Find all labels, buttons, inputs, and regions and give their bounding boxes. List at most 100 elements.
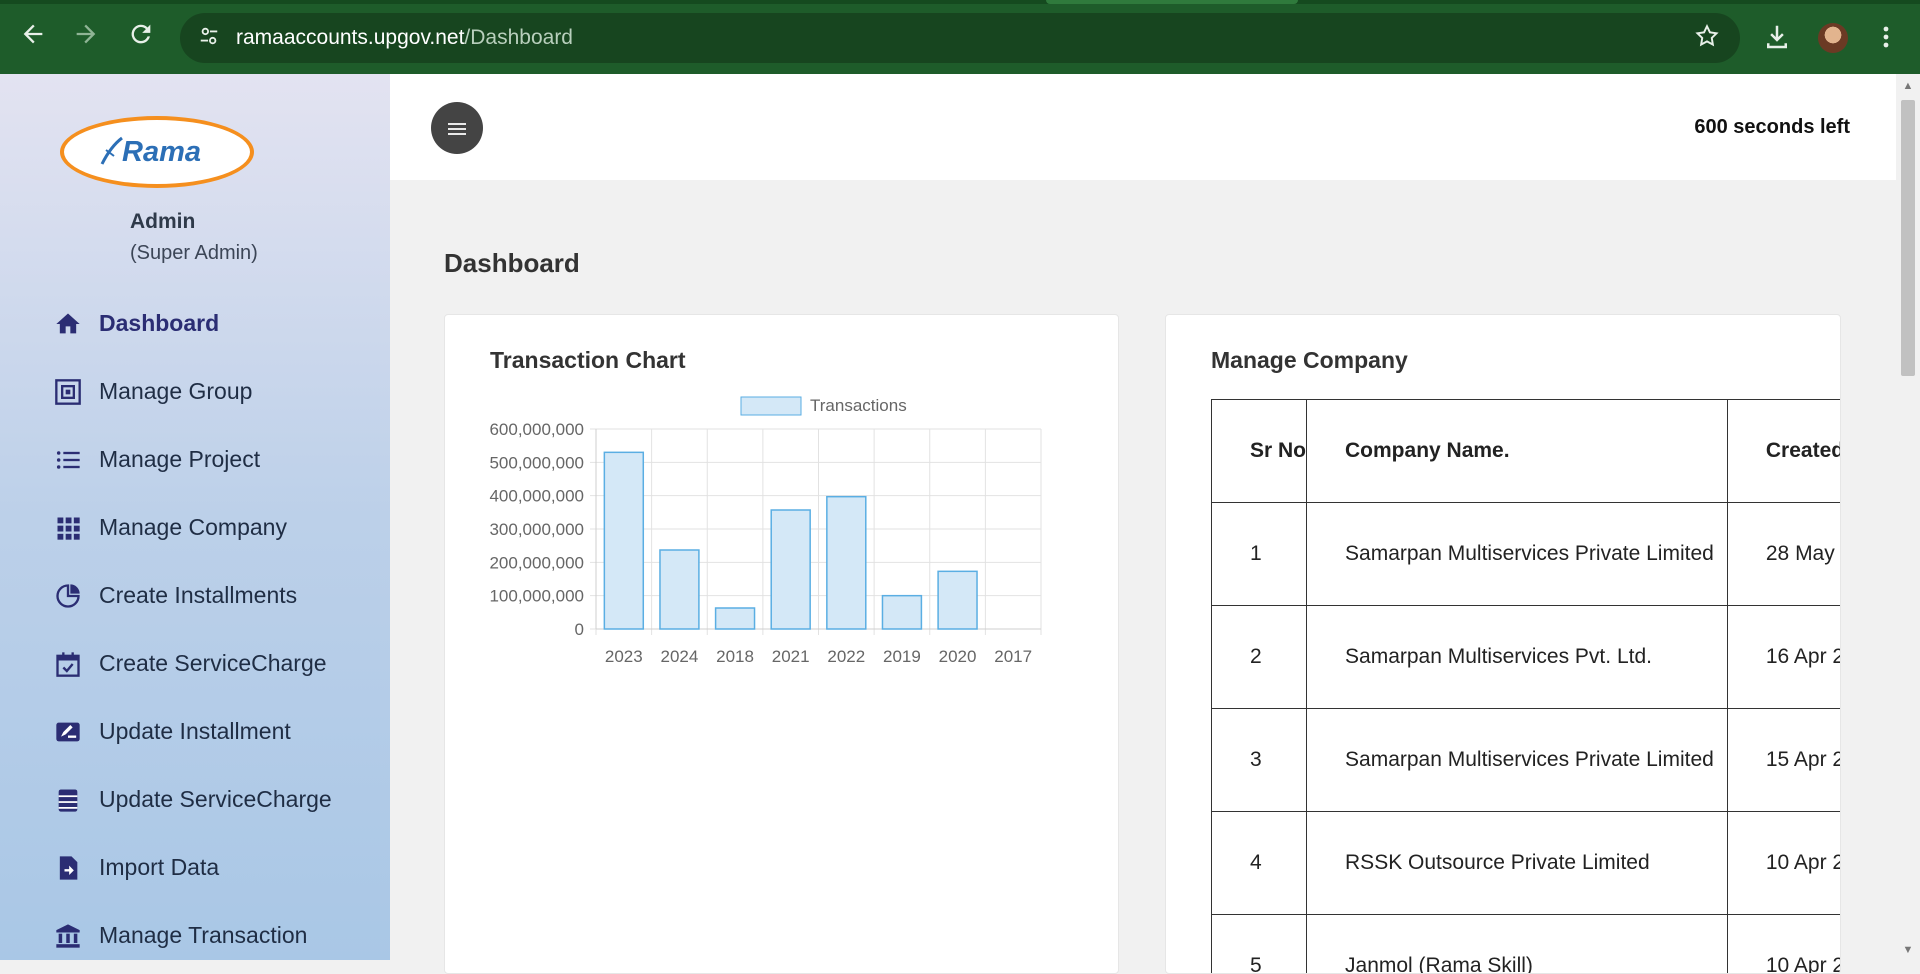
bar-2022 bbox=[827, 497, 866, 629]
page-title: Dashboard bbox=[444, 248, 580, 279]
main-content: 600 seconds left Dashboard Transaction C… bbox=[390, 74, 1896, 960]
transaction-chart: Transactions0100,000,000200,000,000300,0… bbox=[481, 395, 1061, 675]
cell-sr-no: 1 bbox=[1212, 503, 1307, 606]
sidebar-item-label: Import Data bbox=[99, 854, 219, 881]
download-icon bbox=[1762, 22, 1792, 52]
logo-swoosh-icon bbox=[98, 132, 124, 172]
company-card-title: Manage Company bbox=[1211, 347, 1408, 374]
sidebar: Rama Admin (Super Admin) Dashboard Manag… bbox=[0, 74, 390, 960]
column-header-sr-no[interactable]: Sr No bbox=[1212, 400, 1307, 503]
sidebar-item-create-installments[interactable]: Create Installments bbox=[54, 574, 384, 614]
scroll-up-arrow-icon[interactable]: ▲ bbox=[1902, 80, 1914, 92]
cell-sr-no: 2 bbox=[1212, 606, 1307, 709]
address-bar[interactable]: ramaaccounts.upgov.net/Dashboard bbox=[180, 13, 1740, 63]
sidebar-item-manage-company[interactable]: Manage Company bbox=[54, 506, 384, 546]
arrow-left-icon bbox=[19, 20, 47, 48]
sidebar-item-label: Dashboard bbox=[99, 310, 219, 337]
y-tick-label: 200,000,000 bbox=[489, 553, 584, 572]
edit-box-icon bbox=[54, 718, 82, 746]
column-header-company-name[interactable]: Company Name. bbox=[1307, 400, 1728, 503]
hamburger-icon bbox=[448, 122, 466, 136]
forward-button[interactable] bbox=[72, 20, 100, 48]
cell-company-name: Samarpan Multiservices Private Limited bbox=[1307, 709, 1728, 812]
cell-sr-no: 5 bbox=[1212, 915, 1307, 974]
sidebar-item-manage-transaction[interactable]: Manage Transaction bbox=[54, 914, 384, 954]
x-tick-label: 2020 bbox=[939, 647, 977, 666]
bookmark-button[interactable] bbox=[1694, 23, 1720, 56]
sidebar-item-update-installment[interactable]: Update Installment bbox=[54, 710, 384, 750]
admin-role: (Super Admin) bbox=[130, 242, 258, 265]
star-icon bbox=[1694, 23, 1720, 49]
session-timer: 600 seconds left bbox=[1694, 116, 1850, 139]
cell-company-name: Samarpan Multiservices Pvt. Ltd. bbox=[1307, 606, 1728, 709]
bar-2023 bbox=[604, 452, 643, 629]
manage-company-card: Manage Company Sr No Company Name. Creat… bbox=[1165, 314, 1841, 974]
profile-avatar[interactable] bbox=[1818, 23, 1848, 53]
url-text[interactable]: ramaaccounts.upgov.net/Dashboard bbox=[236, 26, 573, 50]
column-header-created[interactable]: Created bbox=[1727, 400, 1841, 503]
y-tick-label: 400,000,000 bbox=[489, 487, 584, 506]
browser-toolbar: ramaaccounts.upgov.net/Dashboard bbox=[0, 0, 1920, 74]
sidebar-item-label: Update ServiceCharge bbox=[99, 786, 332, 813]
scroll-down-arrow-icon[interactable]: ▼ bbox=[1902, 944, 1914, 956]
sidebar-item-update-servicecharge[interactable]: Update ServiceCharge bbox=[54, 778, 384, 818]
home-icon bbox=[54, 310, 82, 338]
list-icon bbox=[54, 446, 82, 474]
rama-logo[interactable]: Rama bbox=[60, 116, 254, 188]
reload-icon bbox=[127, 20, 155, 48]
group-icon bbox=[54, 378, 82, 406]
sidebar-item-import-data[interactable]: Import Data bbox=[54, 846, 384, 886]
bar-2020 bbox=[938, 571, 977, 629]
company-table: Sr No Company Name. Created 1 Samarpan M… bbox=[1211, 399, 1841, 974]
arrow-right-icon bbox=[72, 20, 100, 48]
download-button[interactable] bbox=[1762, 22, 1792, 52]
x-tick-label: 2022 bbox=[827, 647, 865, 666]
browser-menu-button[interactable] bbox=[1876, 22, 1896, 52]
x-tick-label: 2024 bbox=[661, 647, 699, 666]
url-path: /Dashboard bbox=[464, 26, 573, 49]
sidebar-item-dashboard[interactable]: Dashboard bbox=[54, 302, 384, 342]
file-import-icon bbox=[54, 854, 82, 882]
sidebar-item-create-servicecharge[interactable]: Create ServiceCharge bbox=[54, 642, 384, 682]
sidebar-item-manage-project[interactable]: Manage Project bbox=[54, 438, 384, 478]
y-tick-label: 500,000,000 bbox=[489, 453, 584, 472]
sidebar-item-manage-group[interactable]: Manage Group bbox=[54, 370, 384, 410]
bank-icon bbox=[54, 922, 82, 950]
stack-icon bbox=[54, 786, 82, 814]
cell-sr-no: 3 bbox=[1212, 709, 1307, 812]
table-row[interactable]: 3 Samarpan Multiservices Private Limited… bbox=[1212, 709, 1842, 812]
cell-created: 10 Apr 2024 bbox=[1727, 812, 1841, 915]
back-button[interactable] bbox=[19, 20, 47, 48]
top-bar: 600 seconds left bbox=[390, 74, 1896, 180]
logo-text: Rama bbox=[122, 136, 201, 169]
table-row[interactable]: 5 Janmol (Rama Skill) 10 Apr 2024 bbox=[1212, 915, 1842, 974]
bar-2019 bbox=[882, 596, 921, 629]
scrollbar-thumb[interactable] bbox=[1901, 100, 1915, 376]
x-tick-label: 2023 bbox=[605, 647, 643, 666]
sidebar-item-label: Update Installment bbox=[99, 718, 291, 745]
grid-icon bbox=[54, 514, 82, 542]
cell-company-name: RSSK Outsource Private Limited bbox=[1307, 812, 1728, 915]
table-row[interactable]: 1 Samarpan Multiservices Private Limited… bbox=[1212, 503, 1842, 606]
chart-card-title: Transaction Chart bbox=[490, 347, 686, 374]
cell-created: 16 Apr 2024 bbox=[1727, 606, 1841, 709]
legend-label: Transactions bbox=[810, 396, 907, 415]
table-row[interactable]: 4 RSSK Outsource Private Limited 10 Apr … bbox=[1212, 812, 1842, 915]
sidebar-item-label: Create Installments bbox=[99, 582, 297, 609]
transaction-chart-card: Transaction Chart Transactions0100,000,0… bbox=[444, 314, 1119, 974]
table-row[interactable]: 2 Samarpan Multiservices Pvt. Ltd. 16 Ap… bbox=[1212, 606, 1842, 709]
reload-button[interactable] bbox=[127, 20, 155, 48]
bar-2021 bbox=[771, 510, 810, 629]
browser-tab-edge[interactable] bbox=[1046, 0, 1298, 4]
site-info-button[interactable] bbox=[196, 25, 222, 51]
sidebar-item-label: Manage Group bbox=[99, 378, 252, 405]
company-table-wrapper: Sr No Company Name. Created 1 Samarpan M… bbox=[1211, 399, 1841, 974]
menu-toggle-button[interactable] bbox=[431, 102, 483, 154]
legend-swatch bbox=[741, 397, 801, 415]
pie-icon bbox=[54, 582, 82, 610]
tab-strip bbox=[0, 0, 1920, 4]
cell-company-name: Janmol (Rama Skill) bbox=[1307, 915, 1728, 974]
page-scrollbar[interactable]: ▲ ▼ bbox=[1896, 74, 1920, 960]
sidebar-item-label: Manage Project bbox=[99, 446, 260, 473]
sidebar-item-label: Create ServiceCharge bbox=[99, 650, 327, 677]
